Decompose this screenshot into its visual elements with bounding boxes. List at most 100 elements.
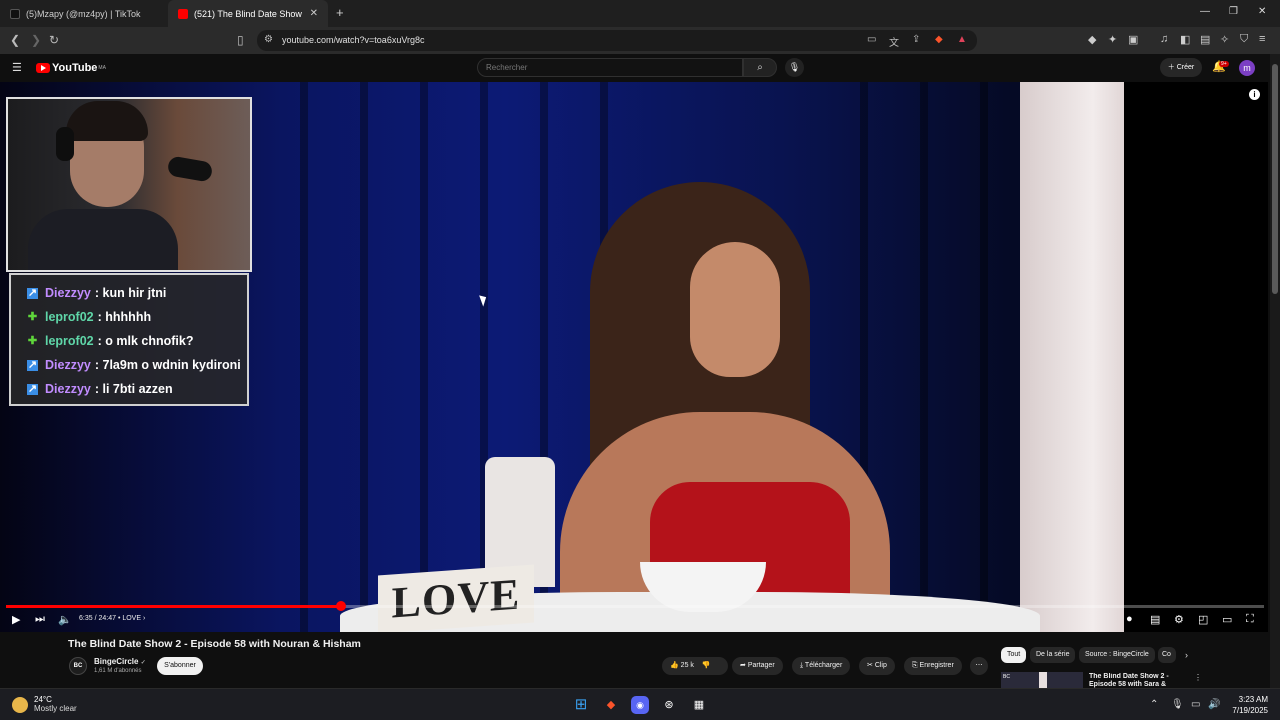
- chip-series[interactable]: De la série: [1030, 647, 1076, 663]
- site-settings-icon[interactable]: ⚙: [264, 34, 273, 45]
- progress-bar[interactable]: [6, 601, 1264, 611]
- play-icon[interactable]: ▶: [12, 613, 20, 626]
- leo-ai-icon[interactable]: ✧: [1220, 33, 1229, 46]
- translate-icon[interactable]: 文: [889, 34, 899, 49]
- recommended-thumbnail[interactable]: BC: [1001, 672, 1083, 688]
- miniplayer-icon[interactable]: ◰: [1198, 613, 1208, 626]
- app-icon[interactable]: ⊛: [660, 696, 678, 714]
- voice-search-button[interactable]: 🎙: [785, 58, 804, 77]
- clip-button[interactable]: ✂ Clip: [859, 657, 895, 675]
- temperature: 24°C: [34, 695, 52, 704]
- extensions-icon[interactable]: ✦: [1108, 33, 1117, 46]
- next-icon[interactable]: ⏭: [35, 613, 45, 626]
- settings-gear-icon[interactable]: ⚙: [1174, 613, 1184, 626]
- chip-all[interactable]: Tout: [1001, 647, 1027, 663]
- extension-diamond-icon[interactable]: ◆: [1088, 33, 1096, 46]
- network-icon[interactable]: ▭: [1191, 699, 1200, 710]
- maximize-button[interactable]: ❐: [1229, 6, 1238, 17]
- youtube-play-icon: [36, 63, 50, 73]
- video-player[interactable]: LOVE i ↗ Diezzyy : kun hir jtni ✚ leprof…: [0, 82, 1268, 632]
- forward-icon[interactable]: ❯: [31, 33, 41, 47]
- windows-start-icon[interactable]: ⊞: [572, 696, 590, 714]
- fullscreen-icon[interactable]: ⛶: [1246, 613, 1254, 626]
- create-button[interactable]: ＋ Créer: [1160, 58, 1202, 77]
- wallet-icon[interactable]: ▤: [1200, 33, 1210, 46]
- thumbs-up-icon[interactable]: 👍: [670, 662, 679, 669]
- youtube-logo[interactable]: YouTube MA: [36, 62, 106, 74]
- menu-icon[interactable]: ≡: [1259, 33, 1265, 45]
- curtain-fold: [980, 82, 988, 632]
- autoplay-toggle[interactable]: ●: [1126, 613, 1133, 625]
- reload-icon[interactable]: ↻: [49, 33, 59, 47]
- brave-rewards-icon[interactable]: ▲: [957, 34, 967, 45]
- close-tab-icon[interactable]: ✕: [310, 8, 318, 19]
- streamer-hair: [66, 101, 148, 141]
- show-hidden-icons[interactable]: ⌃: [1150, 699, 1158, 710]
- close-window-button[interactable]: ✕: [1258, 6, 1266, 17]
- progress-played: [6, 605, 341, 608]
- subscribe-button[interactable]: S'abonner: [157, 657, 203, 675]
- page-scrollbar[interactable]: [1270, 54, 1280, 688]
- vpn-icon[interactable]: ⛉: [1240, 33, 1248, 46]
- search-button[interactable]: ⌕: [743, 58, 777, 77]
- share-button[interactable]: ➦ Partager: [732, 657, 783, 675]
- url-text: youtube.com/watch?v=toa6xuVrg8c: [282, 35, 425, 45]
- search-input[interactable]: Rechercher: [477, 58, 743, 77]
- discord-icon[interactable]: ◉: [631, 696, 649, 714]
- youtube-wordmark: YouTube: [52, 62, 98, 74]
- chapter-label[interactable]: LOVE: [122, 615, 141, 622]
- progress-scrubber[interactable]: [335, 601, 346, 611]
- streamer-body: [28, 209, 178, 270]
- minimize-button[interactable]: —: [1200, 6, 1210, 17]
- hamburger-menu-icon[interactable]: ☰: [12, 61, 22, 74]
- save-label: Enregistrer: [919, 662, 954, 669]
- recommendation-more-icon[interactable]: ⋮: [1194, 673, 1202, 682]
- address-bar[interactable]: ⚙ youtube.com/watch?v=toa6xuVrg8c ▭ 文 ⇪ …: [257, 30, 977, 51]
- new-tab-button[interactable]: +: [336, 5, 344, 20]
- recommended-title[interactable]: The Blind Date Show 2 - Episode 58 with …: [1089, 673, 1179, 688]
- sidebar-icon[interactable]: ◧: [1180, 33, 1190, 46]
- tab-youtube[interactable]: (521) The Blind Date Show 2 - Ep ✕: [168, 0, 328, 27]
- volume-icon[interactable]: 🔈: [58, 613, 72, 626]
- time-display: 6:35 / 24:47 • LOVE ›: [79, 615, 146, 622]
- subtitles-icon[interactable]: ▤: [1150, 613, 1160, 626]
- weather-widget[interactable]: 24°C Mostly clear: [12, 695, 77, 713]
- file-app-icon[interactable]: ▦: [690, 696, 708, 714]
- mod-badge-icon: ✚: [27, 334, 38, 347]
- more-actions-button[interactable]: ⋯: [970, 657, 988, 675]
- thumbnail-pillar: [1039, 672, 1047, 688]
- info-icon[interactable]: i: [1249, 89, 1260, 100]
- theater-mode-icon[interactable]: ▭: [1222, 613, 1232, 626]
- chat-username: Diezzyy: [45, 382, 91, 396]
- brave-browser-icon[interactable]: ◆: [602, 696, 620, 714]
- video-title: The Blind Date Show 2 - Episode 58 with …: [68, 638, 361, 650]
- verified-icon: ✓: [140, 660, 146, 666]
- media-icon[interactable]: ♫: [1160, 33, 1168, 45]
- account-avatar[interactable]: m: [1239, 60, 1255, 76]
- share-icon[interactable]: ⇪: [912, 34, 920, 45]
- chip-more[interactable]: Co: [1158, 647, 1176, 663]
- channel-name[interactable]: BingeCircle ✓: [94, 657, 146, 666]
- channel-avatar[interactable]: BC: [69, 657, 87, 675]
- system-clock[interactable]: 3:23 AM 7/19/2025: [1228, 694, 1268, 716]
- speaker-icon[interactable]: 🔊: [1208, 699, 1220, 710]
- back-icon[interactable]: ❮: [10, 33, 20, 47]
- brave-shields-icon[interactable]: ◆: [935, 34, 943, 45]
- screenshot-icon[interactable]: ▣: [1128, 33, 1138, 46]
- thumbs-down-icon[interactable]: 👎: [702, 662, 711, 669]
- chat-message: ↗ Diezzyy : 7la9m o wdnin kydironi: [11, 353, 247, 377]
- chevron-right-icon[interactable]: ›: [1185, 650, 1188, 660]
- like-dislike-button[interactable]: 👍 25 k 👎: [662, 657, 728, 675]
- save-button[interactable]: ⎘ Enregistrer: [904, 657, 962, 675]
- microphone-tray-icon[interactable]: 🎙: [1171, 699, 1184, 710]
- download-button[interactable]: ⤓ Télécharger: [792, 657, 851, 675]
- chat-message: ↗ Diezzyy : kun hir jtni: [11, 281, 247, 305]
- weather-condition: Mostly clear: [34, 704, 77, 713]
- cast-icon[interactable]: ▭: [867, 34, 876, 45]
- tab-tiktok[interactable]: (5)Mzapy (@mz4py) | TikTok: [0, 0, 168, 27]
- scrollbar-thumb[interactable]: [1272, 64, 1278, 294]
- chat-text: : li 7bti azzen: [94, 382, 173, 396]
- chip-source[interactable]: Source : BingeCircle: [1079, 647, 1155, 663]
- bookmark-icon[interactable]: ▯: [237, 33, 244, 47]
- browser-tab-strip: (5)Mzapy (@mz4py) | TikTok (521) The Bli…: [0, 0, 1280, 27]
